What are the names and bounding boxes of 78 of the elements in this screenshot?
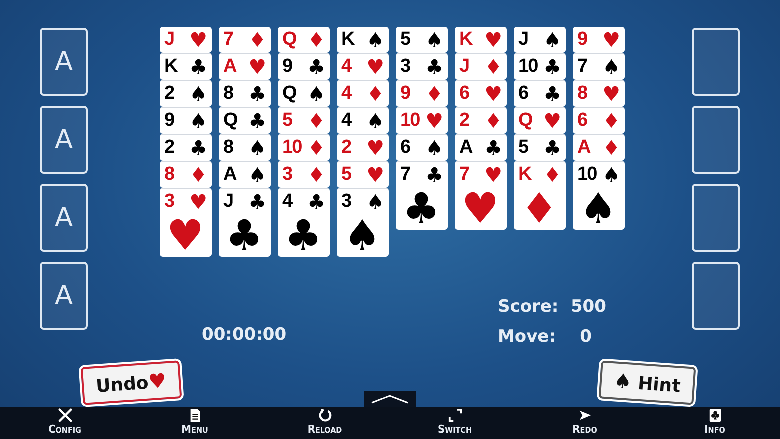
playing-card[interactable]: K ♠	[336, 27, 388, 53]
playing-card[interactable]: 2 ♣	[160, 134, 212, 161]
reload-icon	[318, 408, 332, 423]
foundation-slot[interactable]: A	[40, 106, 88, 174]
playing-card[interactable]: 6 ♠	[396, 134, 448, 161]
playing-card[interactable]: J ♥	[160, 27, 212, 53]
playing-card[interactable]: A ♣	[454, 134, 506, 161]
undo-button[interactable]: Undo ♥	[80, 360, 182, 406]
playing-card[interactable]: 10 ♦	[278, 134, 330, 161]
playing-card[interactable]: 7 ♣ ♣	[396, 161, 448, 230]
playing-card[interactable]: 3 ♣	[396, 53, 448, 80]
toolbar-button[interactable]: Redo	[540, 407, 630, 439]
playing-card[interactable]: 5 ♥	[336, 161, 388, 188]
timer: 00:00:00	[202, 325, 287, 345]
playing-card[interactable]: Q ♠	[278, 80, 330, 107]
playing-card[interactable]: 8 ♦	[160, 161, 212, 188]
playing-card[interactable]: 6 ♥	[454, 80, 506, 107]
foundation-slot[interactable]: A	[40, 262, 88, 330]
playing-card[interactable]: 2 ♠	[160, 80, 212, 107]
playing-card[interactable]: J ♠	[514, 27, 566, 53]
playing-card[interactable]: 9 ♦	[396, 80, 448, 107]
playing-card[interactable]: 7 ♦	[218, 27, 270, 53]
playing-card[interactable]: Q ♥	[514, 107, 566, 134]
playing-card[interactable]: K ♥	[454, 27, 506, 53]
stat-value: 0	[579, 327, 593, 347]
playing-card[interactable]: J ♦	[454, 53, 506, 80]
playing-card[interactable]: 3 ♦	[278, 161, 330, 188]
playing-card[interactable]: 4 ♠	[336, 107, 388, 134]
playing-card[interactable]: 9 ♥	[572, 27, 624, 53]
playing-card[interactable]: 8 ♥	[572, 80, 624, 107]
playing-card[interactable]: 10 ♥	[396, 107, 448, 134]
playing-card[interactable]: 7 ♥ ♥	[454, 161, 506, 230]
free-cell[interactable]	[692, 262, 740, 330]
chevron-up-icon	[370, 393, 410, 405]
stat-label: Score:	[498, 297, 559, 317]
playing-card[interactable]: 9 ♠	[160, 107, 212, 134]
playing-card[interactable]: J ♣ ♣	[218, 188, 270, 257]
playing-card[interactable]: 4 ♦	[336, 80, 388, 107]
playing-card[interactable]: 4 ♥	[336, 53, 388, 80]
stat-label: Move:	[498, 327, 556, 347]
playing-card[interactable]: 6 ♦	[572, 107, 624, 134]
toolbar-button[interactable]: Config	[20, 407, 110, 439]
playing-card[interactable]: 5 ♦	[278, 107, 330, 134]
free-cell[interactable]	[692, 28, 740, 96]
playing-card[interactable]: 5 ♠	[396, 27, 448, 53]
playing-card[interactable]: 4 ♣ ♣	[278, 188, 330, 257]
toolbar-button[interactable]: Menu	[150, 407, 240, 439]
expand-icon	[448, 408, 462, 423]
playing-card[interactable]: Q ♣	[218, 107, 270, 134]
playing-card[interactable]: A ♥	[218, 53, 270, 80]
playing-card[interactable]: 8 ♣	[218, 80, 270, 107]
playing-card[interactable]: 2 ♥	[336, 134, 388, 161]
playing-card[interactable]: 10 ♣	[514, 53, 566, 80]
toolbar-button[interactable]: Switch	[410, 407, 500, 439]
free-cell[interactable]	[692, 106, 740, 174]
playing-card[interactable]: K ♦ ♦	[514, 161, 566, 230]
playing-card[interactable]: 8 ♠	[218, 134, 270, 161]
foundation-slot[interactable]: A	[40, 28, 88, 96]
playing-card[interactable]: 2 ♦	[454, 107, 506, 134]
playing-card[interactable]: 7 ♠	[572, 53, 624, 80]
free-cell[interactable]	[692, 184, 740, 252]
playing-card[interactable]: K ♣	[160, 53, 212, 80]
playing-card[interactable]: 5 ♣	[514, 134, 566, 161]
drawer-handle[interactable]	[364, 391, 416, 407]
playing-card[interactable]: 3 ♠ ♠	[336, 188, 388, 257]
playing-card[interactable]: 6 ♣	[514, 80, 566, 107]
playing-card[interactable]: 10 ♠ ♠	[572, 161, 624, 230]
stat-value: 500	[570, 297, 607, 317]
playing-card[interactable]: A ♦	[572, 134, 624, 161]
foundation-slot[interactable]: A	[40, 184, 88, 252]
chevron-right-icon	[578, 408, 592, 423]
playing-card[interactable]: A ♠	[218, 161, 270, 188]
playing-card[interactable]: Q ♦	[278, 27, 330, 53]
hint-button[interactable]: ♠ Hint	[598, 360, 696, 406]
playing-card[interactable]: 3 ♥ ♥	[160, 188, 212, 257]
playing-card[interactable]: 9 ♣	[278, 53, 330, 80]
toolbar-button[interactable]: Reload	[280, 407, 370, 439]
toolbar-button[interactable]: Info	[670, 407, 760, 439]
